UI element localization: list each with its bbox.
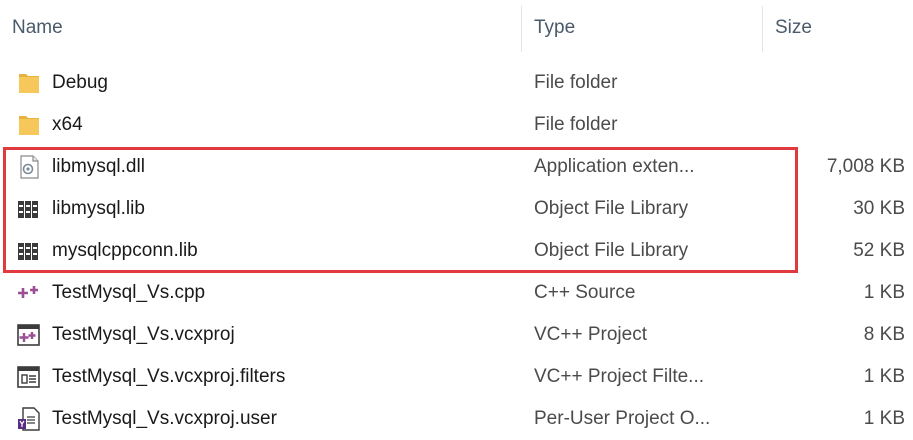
file-name: TestMysql_Vs.vcxproj bbox=[52, 324, 235, 345]
file-row-libmysql-dll[interactable]: libmysql.dll Application exten... 7,008 … bbox=[0, 146, 913, 188]
file-size: 52 KB bbox=[853, 240, 905, 261]
column-header-size[interactable]: Size bbox=[775, 16, 812, 40]
cpp-file-icon bbox=[18, 286, 38, 298]
file-name: TestMysql_Vs.vcxproj.filters bbox=[52, 366, 286, 387]
file-type: Object File Library bbox=[534, 240, 689, 261]
file-name: Debug bbox=[52, 72, 108, 93]
column-divider[interactable] bbox=[521, 6, 522, 52]
file-row-libmysql-lib[interactable]: libmysql.lib Object File Library 30 KB bbox=[0, 188, 913, 230]
filters-file-icon bbox=[17, 366, 40, 388]
file-name: mysqlcppconn.lib bbox=[52, 240, 198, 261]
vcxproj-file-icon bbox=[17, 324, 40, 346]
file-name: TestMysql_Vs.vcxproj.user bbox=[52, 408, 277, 429]
file-name: x64 bbox=[52, 114, 83, 135]
file-type: File folder bbox=[534, 114, 618, 135]
file-list: Debug File folder x64 File folder libmys… bbox=[0, 62, 913, 440]
file-size: 1 KB bbox=[863, 282, 905, 303]
file-size: 7,008 KB bbox=[826, 156, 905, 177]
file-size: 1 KB bbox=[863, 408, 905, 429]
file-type: VC++ Project bbox=[534, 324, 647, 345]
file-name: TestMysql_Vs.cpp bbox=[52, 282, 206, 303]
file-type: Object File Library bbox=[534, 198, 689, 219]
folder-icon bbox=[19, 116, 39, 135]
folder-icon bbox=[19, 74, 39, 93]
file-size: 1 KB bbox=[863, 366, 905, 387]
column-header-type[interactable]: Type bbox=[534, 16, 575, 40]
file-row-testmysql-cpp[interactable]: TestMysql_Vs.cpp C++ Source 1 KB bbox=[0, 272, 913, 314]
column-divider[interactable] bbox=[762, 6, 763, 52]
column-header-name[interactable]: Name bbox=[12, 16, 63, 40]
file-row-mysqlcppconn-lib[interactable]: mysqlcppconn.lib Object File Library 52 … bbox=[0, 230, 913, 272]
file-row-x64[interactable]: x64 File folder bbox=[0, 104, 913, 146]
file-type: C++ Source bbox=[534, 282, 636, 303]
file-name: libmysql.lib bbox=[52, 198, 145, 219]
file-type: File folder bbox=[534, 72, 618, 93]
dll-file-icon bbox=[20, 155, 39, 179]
file-row-testmysql-vcxproj-filters[interactable]: TestMysql_Vs.vcxproj.filters VC++ Projec… bbox=[0, 356, 913, 398]
file-size: 30 KB bbox=[853, 198, 905, 219]
file-row-testmysql-vcxproj[interactable]: TestMysql_Vs.vcxproj VC++ Project 8 KB bbox=[0, 314, 913, 356]
column-header-row: Name Type Size bbox=[0, 0, 913, 60]
user-file-icon bbox=[18, 407, 40, 431]
file-size: 8 KB bbox=[863, 324, 905, 345]
library-file-icon bbox=[18, 201, 38, 218]
file-row-debug[interactable]: Debug File folder bbox=[0, 62, 913, 104]
file-type: Application exten... bbox=[534, 156, 695, 177]
library-file-icon bbox=[18, 243, 38, 260]
file-name: libmysql.dll bbox=[52, 156, 145, 177]
file-type: Per-User Project O... bbox=[534, 408, 711, 429]
file-row-testmysql-vcxproj-user[interactable]: TestMysql_Vs.vcxproj.user Per-User Proje… bbox=[0, 398, 913, 440]
file-type: VC++ Project Filte... bbox=[534, 366, 705, 387]
